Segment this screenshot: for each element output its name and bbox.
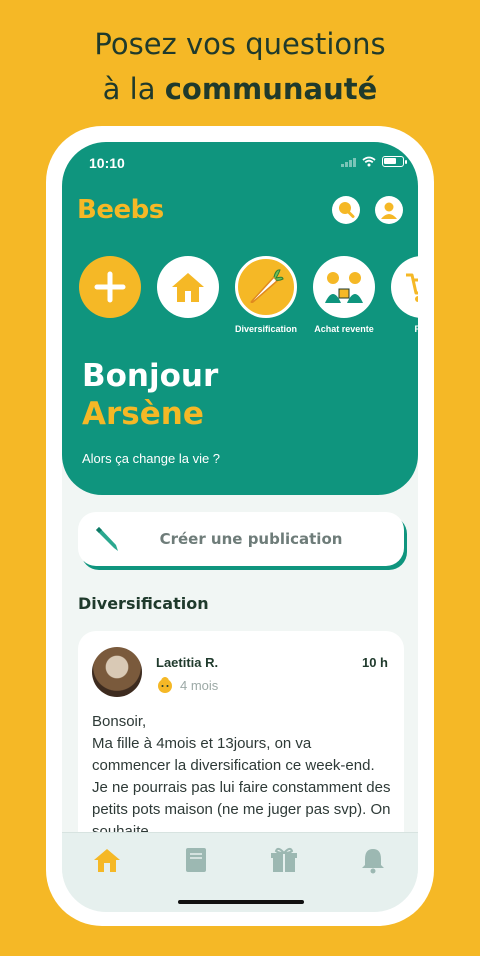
category-add[interactable] — [78, 256, 142, 324]
profile-icon — [381, 202, 397, 219]
home-icon — [172, 273, 204, 302]
tab-home[interactable] — [92, 845, 122, 875]
post-time: 10 h — [361, 655, 388, 670]
bell-icon — [362, 849, 384, 874]
category-achat-revente-circle — [313, 256, 375, 318]
category-label: Pro — [414, 324, 418, 334]
headline-line-2-prefix: à la — [102, 72, 165, 106]
gift-icon — [271, 847, 297, 872]
category-pro-circle — [391, 256, 418, 318]
category-home[interactable] — [156, 256, 220, 324]
headline-line-2: à la communauté — [0, 67, 480, 112]
category-diversification-circle — [235, 256, 297, 318]
tab-guide[interactable] — [181, 845, 211, 875]
category-carousel[interactable]: Diversification Achat revente Pro — [78, 256, 418, 346]
plus-icon — [94, 271, 126, 303]
carrot-icon — [250, 269, 284, 304]
phone-frame: 10:10 Beebs Diversification Achat revent… — [46, 126, 434, 926]
baby-icon — [158, 677, 172, 693]
section-title: Diversification — [78, 594, 209, 613]
search-button[interactable] — [332, 196, 360, 224]
search-icon — [339, 202, 355, 218]
status-icons — [341, 156, 407, 167]
status-time: 10:10 — [89, 155, 125, 171]
app-screen: 10:10 Beebs Diversification Achat revent… — [62, 142, 418, 912]
marketing-headline: Posez vos questions à la communauté — [0, 22, 480, 112]
post-body: Bonsoir, Ma fille à 4mois et 13jours, on… — [92, 713, 391, 840]
wifi-icon — [362, 156, 376, 167]
category-achat-revente[interactable]: Achat revente — [312, 256, 376, 334]
create-post-label: Créer une publication — [159, 530, 343, 548]
hero-header: 10:10 Beebs Diversification Achat revent… — [62, 142, 418, 495]
create-post-button[interactable]: Créer une publication — [78, 512, 404, 566]
category-home-circle — [157, 256, 219, 318]
greeting-name: Arsène — [82, 396, 204, 432]
headline-line-1: Posez vos questions — [94, 27, 386, 61]
app-logo: Beebs — [77, 195, 164, 225]
child-age: 4 mois — [156, 676, 218, 694]
book-icon — [186, 848, 206, 872]
child-age-text: 4 mois — [180, 677, 219, 693]
greeting-subtitle: Alors ça change la vie ? — [82, 451, 221, 466]
cart-icon — [406, 273, 418, 302]
tab-notifications[interactable] — [358, 845, 388, 875]
signal-icon — [341, 157, 356, 167]
category-add-circle — [79, 256, 141, 318]
post-author[interactable]: Laetitia R. — [156, 655, 218, 670]
greeting-hello: Bonjour — [82, 358, 219, 394]
avatar[interactable] — [92, 647, 142, 697]
home-indicator[interactable] — [178, 900, 304, 904]
profile-button[interactable] — [375, 196, 403, 224]
headline-line-2-bold: communauté — [164, 72, 378, 106]
category-pro[interactable]: Pro — [390, 256, 418, 334]
exchange-icon — [325, 272, 363, 303]
battery-icon — [382, 156, 407, 167]
category-label: Achat revente — [314, 324, 374, 334]
category-diversification[interactable]: Diversification — [234, 256, 298, 334]
home-icon — [94, 849, 120, 872]
category-label: Diversification — [234, 324, 298, 334]
tab-gifts[interactable] — [269, 845, 299, 875]
